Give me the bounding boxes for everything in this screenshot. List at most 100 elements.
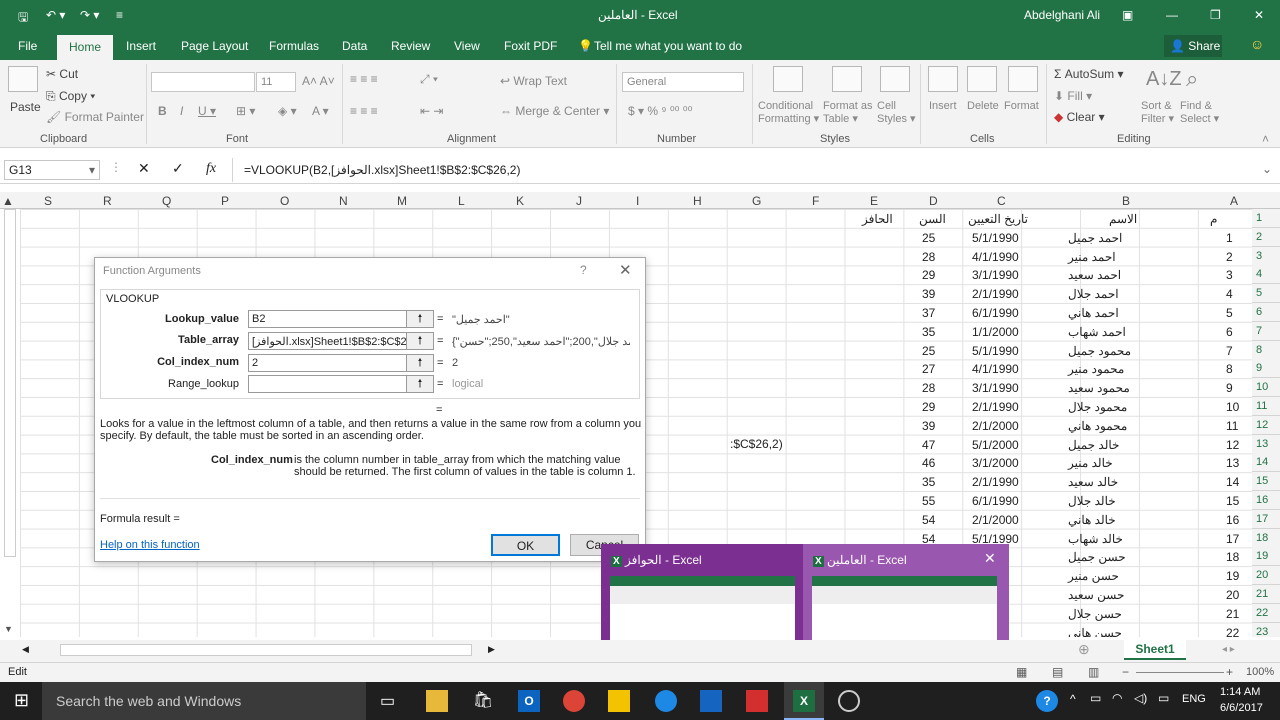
windows-start-icon[interactable]: ⊞ [14,690,29,711]
align-top-icon[interactable]: ≡ ≡ ≡ [350,72,378,86]
cell-num[interactable]: 5 [1226,306,1233,320]
row-header[interactable]: 12 [1252,415,1280,435]
cell-date[interactable]: 2/1/1990 [972,475,1019,489]
cell-name[interactable]: محمود جميل [1068,344,1131,358]
row-header[interactable]: 8 [1252,340,1280,360]
fill-color-icon[interactable]: ◈ ▾ [278,104,297,118]
cell-num[interactable]: 21 [1226,607,1239,621]
clear-button[interactable]: ◆ Clear ▾ [1054,110,1105,124]
horizontal-scrollbar[interactable] [60,644,472,656]
row-header[interactable]: 14 [1252,453,1280,473]
cell-name[interactable]: حسن سعيد [1068,588,1124,602]
cell-date[interactable]: 4/1/1990 [972,250,1019,264]
conditional-formatting-button[interactable]: Conditional Formatting ▾ [758,100,819,125]
cell-age[interactable]: 54 [922,513,935,527]
col-header-l[interactable]: L [458,194,465,208]
cell-num[interactable]: 20 [1226,588,1239,602]
customize-qat-icon[interactable]: ≡ [116,8,123,22]
zoom-level[interactable]: 100% [1246,666,1274,678]
lookup-value-ref-icon[interactable]: 🠕 [406,310,434,328]
cell-date[interactable]: 4/1/1990 [972,362,1019,376]
cell-name[interactable]: احمد منير [1068,250,1116,264]
cell-g13-edit[interactable]: :$C$26,2) [730,437,783,451]
cell-age[interactable]: 29 [922,268,935,282]
currency-icon[interactable]: $ ▾ % ⁹ ⁰⁰ ⁰⁰ [628,104,692,118]
ok-button[interactable]: OK [491,534,560,556]
clock-date[interactable]: 6/6/2017 [1220,702,1263,714]
thumbnail-close-icon[interactable]: ✕ [984,550,996,567]
scroll-down-icon[interactable]: ▼ [4,624,13,634]
cell-age[interactable]: 55 [922,494,935,508]
dialog-close-icon[interactable]: ✕ [619,261,632,279]
vertical-scrollbar[interactable] [4,209,16,557]
cell-date[interactable]: 5/1/2000 [972,438,1019,452]
cell-num[interactable]: 12 [1226,438,1239,452]
number-format-combo[interactable]: General [622,72,744,92]
battery-icon[interactable]: ▭ [1090,691,1101,705]
pdf-reader-icon[interactable] [746,690,768,712]
thumbnail-2-title[interactable]: X العاملين - Excel [813,553,907,567]
delete-cells-button[interactable]: Delete [967,100,999,112]
row-header[interactable]: 2 [1252,227,1280,247]
cell-name[interactable]: محمود سعيد [1068,381,1130,395]
cell-name[interactable]: خالد منير [1068,456,1113,470]
cell-age[interactable]: 39 [922,419,935,433]
page-layout-view-icon[interactable]: ▤ [1052,665,1063,679]
expand-formula-icon[interactable]: ⌄ [1262,162,1272,176]
cell-name[interactable]: محمود جلال [1068,400,1127,414]
redo-icon[interactable]: ↷ ▾ [80,8,99,22]
cell-age[interactable]: 28 [922,381,935,395]
obs-icon[interactable] [838,690,860,712]
cell-name[interactable]: خالد جلال [1068,494,1116,508]
row-header[interactable]: 7 [1252,321,1280,341]
cell-name[interactable]: احمد جميل [1068,231,1122,245]
cell-num[interactable]: 17 [1226,532,1239,546]
cell-name[interactable]: احمد جلال [1068,287,1119,301]
tab-review[interactable]: Review [391,39,430,53]
insert-cells-button[interactable]: Insert [929,100,957,112]
clock-time[interactable]: 1:14 AM [1220,686,1260,698]
folder-icon[interactable] [608,690,630,712]
indent-icon[interactable]: ⇤ ⇥ [420,104,443,118]
cell-num[interactable]: 10 [1226,400,1239,414]
taskbar-search-text[interactable]: Search the web and Windows [56,693,241,709]
row-header[interactable]: 11 [1252,397,1280,416]
cell-age[interactable]: 25 [922,344,935,358]
cell-name[interactable]: حسن هاني [1068,626,1122,637]
fill-button[interactable]: ⬇ Fill ▾ [1054,89,1092,103]
col-header-e[interactable]: E [870,194,878,208]
borders-icon[interactable]: ⊞ ▾ [236,104,255,118]
cell-age[interactable]: 25 [922,231,935,245]
cell-age[interactable]: 47 [922,438,935,452]
cell-name[interactable]: خالد شهاب [1068,532,1123,546]
task-view-icon[interactable]: ▭ [380,691,395,711]
grow-font-icon[interactable]: A˄ A˅ [302,74,335,88]
tab-foxit-pdf[interactable]: Foxit PDF [504,39,557,53]
app-icon[interactable] [700,690,722,712]
col-header-h[interactable]: H [693,194,702,208]
cell-age[interactable]: 29 [922,400,935,414]
zoom-slider[interactable] [1136,672,1224,673]
header-date[interactable]: تاريخ التعيين [968,212,1028,226]
store-icon[interactable]: 🛍 [472,690,494,712]
network-app-icon[interactable] [655,690,677,712]
row-header[interactable]: 6 [1252,303,1280,322]
row-header[interactable]: 15 [1252,472,1280,492]
tab-data[interactable]: Data [342,39,367,53]
find-select-button[interactable]: Find & Select ▾ [1180,100,1219,125]
cell-age[interactable]: 39 [922,287,935,301]
cell-age[interactable]: 35 [922,325,935,339]
cell-num[interactable]: 2 [1226,250,1233,264]
conditional-formatting-icon[interactable] [773,66,803,92]
cell-num[interactable]: 4 [1226,287,1233,301]
chrome-icon[interactable] [563,690,585,712]
col-header-m[interactable]: M [397,194,407,208]
underline-icon[interactable]: U ▾ [198,104,216,118]
cell-name[interactable]: خالد جميل [1068,438,1119,452]
bold-icon[interactable]: B [158,104,167,118]
close-icon[interactable]: ✕ [1254,8,1264,22]
normal-view-icon[interactable]: ▦ [1016,665,1027,679]
col-header-d[interactable]: D [929,194,938,208]
zoom-out-icon[interactable]: − [1122,665,1129,679]
col-header-j[interactable]: J [576,194,582,208]
